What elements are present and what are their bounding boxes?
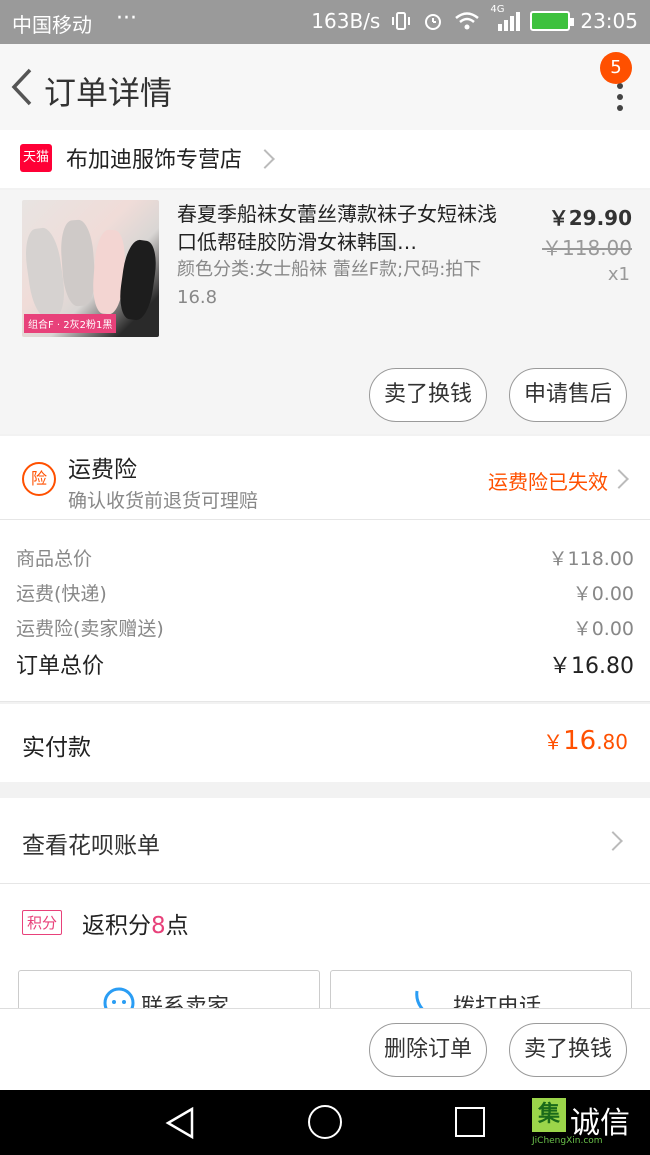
points-number: 8 bbox=[151, 913, 166, 939]
order-total-value: ￥16.80 bbox=[549, 654, 634, 679]
insurance-subtitle: 确认收货前退货可理赔 bbox=[68, 490, 259, 512]
shipping-insurance-row[interactable]: 险 运费险 确认收货前退货可理赔 运费险已失效 bbox=[0, 436, 650, 520]
chevron-right-icon bbox=[603, 831, 623, 851]
points-text: 返积分8点 bbox=[82, 906, 189, 940]
insurance-status: 运费险已失效 bbox=[488, 470, 608, 494]
amount-paid-label: 实付款 bbox=[22, 735, 91, 761]
resell-button[interactable]: 卖了换钱 bbox=[369, 368, 487, 422]
status-icons: 163B/s 4G 23:05 bbox=[311, 4, 638, 33]
vibrate-icon bbox=[392, 12, 411, 30]
clock: 23:05 bbox=[580, 9, 638, 33]
product-price: ￥29.90 bbox=[548, 206, 632, 230]
chat-icon bbox=[103, 987, 135, 1008]
summary-value: ￥118.00 bbox=[548, 548, 634, 570]
system-home-icon[interactable] bbox=[308, 1105, 342, 1139]
product-spec: 颜色分类:女士船袜 蕾丝F款;尺码:拍下16.8 bbox=[177, 259, 482, 308]
network-speed: 163B/s bbox=[311, 9, 381, 33]
product-image-tag: 组合F · 2灰2粉1黑 bbox=[24, 314, 117, 333]
amount-paid-row: 实付款 ￥16.80 bbox=[0, 704, 650, 782]
order-item[interactable]: 组合F · 2灰2粉1黑 春夏季船袜女蕾丝薄款袜子女短袜浅口低帮硅胶防滑女袜韩国… bbox=[0, 190, 650, 434]
amount-paid-currency: ￥ bbox=[543, 730, 564, 754]
system-back-icon[interactable] bbox=[164, 1106, 196, 1140]
contact-area: 联系卖家 拨打电话 bbox=[0, 962, 650, 1008]
status-bar: 中国移动 ··· 163B/s 4G 23:05 bbox=[0, 0, 650, 44]
sock-shape bbox=[59, 218, 97, 308]
nav-bar: 订单详情 5 bbox=[0, 44, 650, 130]
back-arrow-icon[interactable] bbox=[8, 64, 38, 110]
more-menu-icon[interactable] bbox=[616, 82, 624, 112]
notification-dots: ··· bbox=[116, 6, 137, 31]
watermark-logo: 集 bbox=[532, 1098, 566, 1132]
battery-icon bbox=[530, 11, 575, 31]
shop-name: 布加迪服饰专营店 bbox=[66, 148, 243, 173]
delete-order-button[interactable]: 删除订单 bbox=[369, 1023, 487, 1077]
points-badge: 积分 bbox=[22, 910, 63, 935]
summary-line: 运费(快递) ￥0.00 bbox=[16, 579, 634, 606]
product-image[interactable]: 组合F · 2灰2粉1黑 bbox=[22, 200, 159, 337]
signal-icon: 4G bbox=[490, 4, 521, 32]
insurance-icon: 险 bbox=[22, 462, 56, 496]
summary-line: 运费险(卖家赠送) ￥0.00 bbox=[16, 614, 634, 641]
product-original-price: ￥118.00 bbox=[542, 236, 632, 260]
amount-paid-value: ￥16.80 bbox=[543, 726, 628, 756]
order-total-label: 订单总价 bbox=[16, 654, 105, 679]
system-nav-bar: 集 诚信 JiChengXin.com bbox=[0, 1090, 650, 1155]
page-title: 订单详情 bbox=[44, 74, 173, 112]
resell-bottom-button[interactable]: 卖了换钱 bbox=[509, 1023, 627, 1077]
carrier-name: 中国移动 bbox=[12, 13, 92, 37]
call-button[interactable]: 拨打电话 bbox=[330, 970, 632, 1008]
product-title: 春夏季船袜女蕾丝薄款袜子女短袜浅口低帮硅胶防滑女袜韩国… bbox=[177, 202, 497, 254]
after-sales-button[interactable]: 申请售后 bbox=[509, 368, 627, 422]
huabei-bill-label: 查看花呗账单 bbox=[22, 833, 160, 859]
watermark-url: JiChengXin.com bbox=[532, 1136, 603, 1146]
shop-row[interactable]: 天猫 布加迪服饰专营店 bbox=[0, 130, 650, 188]
price-summary: 商品总价 ￥118.00 运费(快递) ￥0.00 运费险(卖家赠送) ￥0.0… bbox=[0, 520, 650, 702]
wifi-icon bbox=[455, 12, 480, 30]
huabei-bill-row[interactable]: 查看花呗账单 bbox=[0, 798, 650, 884]
summary-value: ￥0.00 bbox=[572, 583, 634, 605]
summary-label: 运费险(卖家赠送) bbox=[16, 618, 164, 640]
chevron-right-icon bbox=[609, 469, 629, 489]
contact-seller-label: 联系卖家 bbox=[141, 995, 230, 1008]
message-badge: 5 bbox=[600, 52, 632, 84]
summary-label: 运费(快递) bbox=[16, 583, 107, 605]
insurance-title: 运费险 bbox=[68, 457, 137, 483]
watermark: 集 诚信 JiChengXin.com bbox=[532, 1098, 644, 1146]
product-quantity: x1 bbox=[607, 264, 630, 285]
summary-line: 商品总价 ￥118.00 bbox=[16, 544, 634, 571]
tmall-icon: 天猫 bbox=[20, 144, 52, 172]
bottom-action-bar: 删除订单 卖了换钱 bbox=[0, 1008, 650, 1090]
order-total-line: 订单总价 ￥16.80 bbox=[16, 648, 634, 680]
system-recents-icon[interactable] bbox=[455, 1107, 485, 1137]
points-suffix: 点 bbox=[165, 913, 189, 939]
phone-icon bbox=[415, 990, 424, 1008]
amount-paid-integer: 16 bbox=[563, 726, 597, 756]
amount-paid-decimal: .80 bbox=[596, 730, 628, 754]
call-label: 拨打电话 bbox=[453, 995, 542, 1008]
points-row: 积分 返积分8点 bbox=[0, 884, 650, 962]
alarm-icon bbox=[425, 14, 442, 30]
summary-label: 商品总价 bbox=[16, 548, 93, 570]
summary-value: ￥0.00 bbox=[572, 618, 634, 640]
points-prefix: 返积分 bbox=[82, 913, 151, 939]
chevron-right-icon bbox=[255, 149, 275, 169]
contact-seller-button[interactable]: 联系卖家 bbox=[18, 970, 320, 1008]
